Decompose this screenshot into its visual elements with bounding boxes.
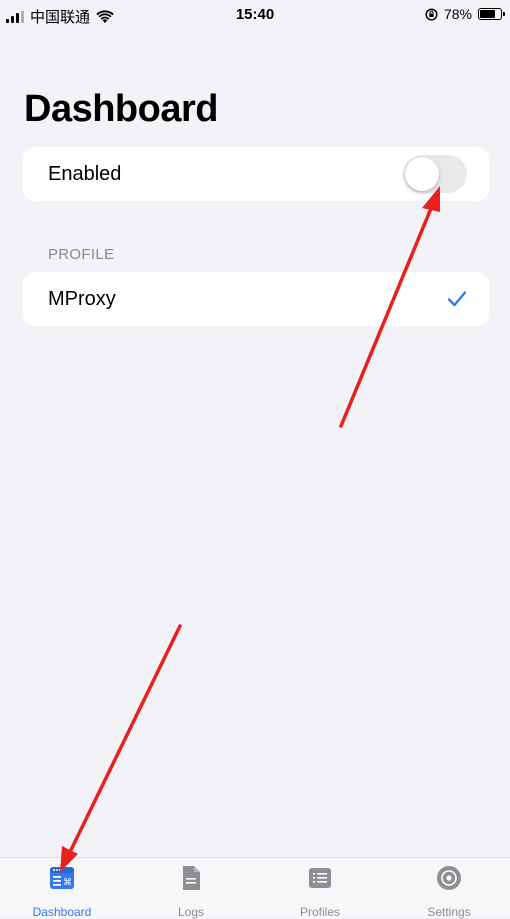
profile-card: MProxy — [23, 272, 489, 326]
orientation-lock-icon — [425, 7, 438, 21]
tab-profiles[interactable]: Profiles — [265, 864, 375, 919]
enabled-label: Enabled — [48, 162, 122, 185]
battery-icon — [478, 8, 505, 20]
annotation-layer — [60, 186, 440, 872]
enabled-card: Enabled — [23, 147, 489, 201]
profile-row-mproxy[interactable]: MProxy — [23, 272, 489, 326]
enabled-toggle[interactable] — [403, 155, 467, 193]
status-bar: 中国联通 15:40 78% — [0, 0, 510, 34]
tab-dashboard[interactable]: ⌘ Dashboard — [7, 864, 117, 919]
battery-percent: 78% — [443, 6, 472, 22]
tab-settings[interactable]: Settings — [394, 864, 504, 919]
profile-section-header: PROFILE — [48, 246, 115, 263]
checkmark-icon — [447, 291, 467, 307]
enabled-row: Enabled — [23, 147, 489, 201]
svg-text:⌘: ⌘ — [63, 878, 72, 888]
status-right: 78% — [425, 6, 505, 22]
profiles-icon — [309, 868, 331, 888]
tab-bar: ⌘ Dashboard Logs Profiles Settings — [0, 857, 510, 919]
logs-icon — [183, 866, 200, 890]
profile-name: MProxy — [48, 287, 116, 310]
settings-icon — [437, 866, 461, 890]
annotation-arrow-dashboard-tab — [60, 624, 182, 872]
tab-logs[interactable]: Logs — [136, 864, 246, 919]
page-title: Dashboard — [24, 88, 218, 130]
toggle-knob — [405, 157, 439, 191]
dashboard-icon: ⌘ — [50, 867, 74, 889]
